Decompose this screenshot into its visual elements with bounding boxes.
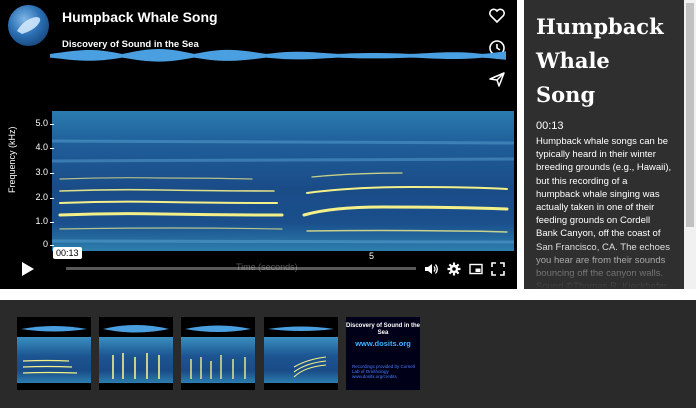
y-tick-mark bbox=[50, 148, 54, 149]
gear-icon[interactable] bbox=[447, 262, 461, 276]
x-tick: 5 bbox=[369, 251, 375, 261]
playlist-thumbnail[interactable] bbox=[99, 317, 173, 390]
video-title[interactable]: Humpback Whale Song bbox=[62, 9, 218, 25]
logo-credits: Recordings provided by Cornell Lab of Or… bbox=[352, 364, 415, 379]
y-tick: 3.0 bbox=[35, 167, 48, 177]
y-tick-mark bbox=[50, 222, 54, 223]
whale-icon bbox=[17, 17, 41, 34]
panel-time: 00:13 bbox=[536, 120, 564, 132]
y-tick: 1.0 bbox=[35, 216, 48, 226]
scrollbar-thumb[interactable] bbox=[686, 3, 694, 227]
volume-icon[interactable] bbox=[424, 262, 438, 276]
y-tick: 0 bbox=[42, 239, 48, 249]
y-tick-mark bbox=[50, 198, 54, 199]
y-axis-label: Frequency (kHz) bbox=[7, 126, 17, 193]
y-tick: 5.0 bbox=[35, 118, 48, 128]
dosits-logo-thumbnail[interactable]: Discovery of Sound in the Sea www.dosits… bbox=[346, 317, 420, 390]
fullscreen-icon[interactable] bbox=[491, 262, 505, 276]
play-icon[interactable] bbox=[21, 261, 35, 277]
video-player[interactable]: Humpback Whale Song Discovery of Sound i… bbox=[0, 0, 517, 289]
y-tick: 2.0 bbox=[35, 192, 48, 202]
audio-waveform bbox=[50, 49, 506, 62]
time-tooltip: 00:13 bbox=[53, 247, 82, 259]
channel-avatar[interactable] bbox=[8, 5, 49, 46]
y-tick: 4.0 bbox=[35, 142, 48, 152]
y-tick-mark bbox=[50, 124, 54, 125]
text-fade bbox=[524, 239, 684, 289]
logo-url: www.dosits.org bbox=[355, 339, 411, 348]
heart-icon[interactable] bbox=[487, 6, 507, 26]
share-icon[interactable] bbox=[487, 69, 507, 89]
panel-title: Humpback Whale Song bbox=[536, 14, 664, 107]
playlist-thumbnail[interactable] bbox=[181, 317, 255, 390]
spectrogram bbox=[52, 111, 514, 251]
y-tick-mark bbox=[50, 245, 54, 246]
playlist-thumbnail[interactable] bbox=[17, 317, 91, 390]
logo-title: Discovery of Sound in the Sea bbox=[346, 323, 421, 336]
y-tick-mark bbox=[50, 173, 54, 174]
playlist-thumbnail[interactable] bbox=[264, 317, 338, 390]
miniplayer-icon[interactable] bbox=[469, 262, 483, 276]
progress-bar[interactable] bbox=[66, 267, 416, 270]
playlist-strip: Discovery of Sound in the Sea www.dosits… bbox=[0, 300, 696, 408]
description-panel: Humpback Whale Song 00:13 Humpback whale… bbox=[524, 0, 684, 289]
